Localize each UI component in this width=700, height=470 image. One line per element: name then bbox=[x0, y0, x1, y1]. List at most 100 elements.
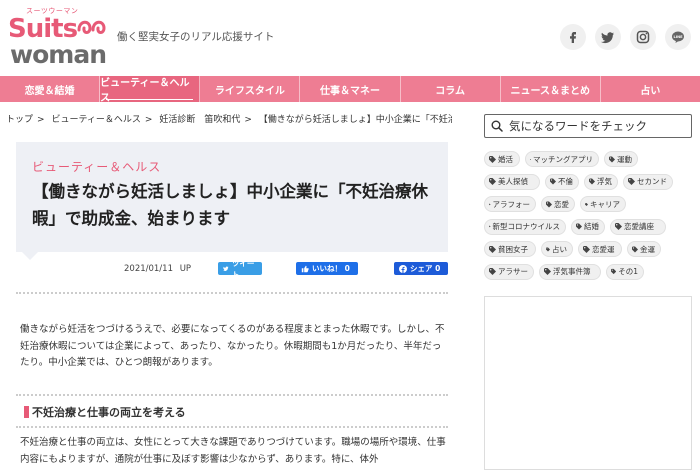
header-notch bbox=[22, 252, 38, 260]
breadcrumb-separator: > bbox=[144, 115, 153, 125]
tag-icon bbox=[546, 201, 552, 207]
logo-swirl-icon bbox=[77, 20, 106, 34]
article-category[interactable]: ビューティー＆ヘルス bbox=[32, 158, 161, 175]
tag-icon bbox=[546, 247, 550, 251]
breadcrumb-series[interactable]: 妊活診断 笛吹和代 bbox=[159, 115, 240, 125]
nav-item-news[interactable]: ニュース＆まとめ bbox=[501, 76, 601, 102]
tag-label: 恋愛 bbox=[554, 199, 569, 209]
article-header: ビューティー＆ヘルス 【働きながら妊活しましょ】中小企業に「不妊治療休暇」で助成… bbox=[16, 142, 448, 252]
tag-label: 美人探偵 bbox=[498, 177, 528, 186]
tag-label: 婚活 bbox=[498, 154, 513, 164]
tag-label: 運動 bbox=[617, 154, 632, 164]
thumbs-up-icon bbox=[301, 265, 309, 272]
nav-item-fortune[interactable]: 占い bbox=[601, 76, 700, 102]
nav-item-beauty-health[interactable]: ビューティー＆ヘルス bbox=[100, 76, 201, 104]
like-button[interactable]: いいね！ 0 bbox=[296, 262, 358, 275]
tag-label: セカンド bbox=[637, 177, 667, 186]
tag-label: 恋愛講座 bbox=[624, 222, 654, 231]
like-label: いいね！ 0 bbox=[312, 264, 350, 273]
tag-item[interactable]: キャリア bbox=[580, 196, 626, 212]
breadcrumb-separator: > bbox=[37, 115, 45, 125]
breadcrumb-separator: > bbox=[244, 115, 252, 125]
tag-icon bbox=[489, 225, 491, 228]
tag-icon bbox=[609, 156, 615, 162]
tag-label: アラフォー bbox=[492, 199, 531, 209]
tag-label: 金運 bbox=[640, 244, 655, 254]
tag-label: その1 bbox=[618, 267, 638, 276]
tag-item[interactable]: セカンド bbox=[623, 173, 673, 190]
heading-marker bbox=[24, 406, 29, 418]
section-heading: 不妊治療と仕事の両立を考える bbox=[24, 404, 186, 420]
tag-item[interactable]: 結婚 bbox=[571, 218, 605, 235]
tag-item[interactable]: 美人探偵 bbox=[484, 173, 540, 190]
tag-item[interactable]: 恋愛講座 bbox=[610, 218, 666, 235]
tag-label: 占い bbox=[552, 244, 567, 254]
search-icon[interactable] bbox=[491, 120, 503, 132]
tag-icon bbox=[585, 202, 588, 206]
section-text: 不妊治療と仕事の両立は、女性にとって大きな課題でありつづけています。職場の場所や… bbox=[20, 437, 446, 465]
tag-item[interactable]: 新型コロナウイルス bbox=[484, 218, 566, 235]
tag-item[interactable]: 婚活 bbox=[484, 151, 520, 167]
svg-text:LINE: LINE bbox=[673, 35, 683, 39]
tag-item[interactable]: 貧困女子 bbox=[484, 241, 536, 257]
tag-item[interactable]: 恋愛 bbox=[541, 196, 575, 212]
date-suffix: UP bbox=[179, 264, 192, 274]
tag-item[interactable]: その1 bbox=[606, 263, 644, 280]
facebook-share-button[interactable]: シェア 0 bbox=[394, 262, 448, 275]
article-intro: 働きながら妊活をつづけるうえで、必要になってくるのがある程度まとまった休暇です。… bbox=[20, 324, 445, 369]
tag-item[interactable]: 不倫 bbox=[545, 173, 579, 190]
main-nav: 恋愛＆結婚 ビューティー＆ヘルス ライフスタイル 仕事＆マネー コラム ニュース… bbox=[0, 76, 700, 104]
site-tagline: 働く堅実女子のリアル応援サイト bbox=[117, 31, 275, 43]
divider bbox=[16, 426, 448, 428]
breadcrumb-home[interactable]: トップ bbox=[6, 115, 33, 125]
tag-label: 浮気 bbox=[597, 177, 612, 186]
date-value: 2021/01/11 bbox=[124, 264, 173, 274]
ad-placeholder bbox=[484, 296, 692, 470]
tag-label: 不倫 bbox=[558, 177, 573, 186]
tag-item[interactable]: 恋愛運 bbox=[578, 241, 622, 257]
tag-label: 新型コロナウイルス bbox=[492, 222, 561, 231]
tag-item[interactable]: 浮気 bbox=[584, 173, 618, 190]
keyword-search[interactable] bbox=[484, 114, 692, 138]
nav-item-column[interactable]: コラム bbox=[401, 76, 501, 102]
fb-share-label: シェア 0 bbox=[410, 264, 441, 273]
tag-label: 結婚 bbox=[584, 222, 599, 231]
tag-item[interactable]: マッチングアプリ bbox=[525, 151, 599, 167]
facebook-icon bbox=[399, 264, 407, 273]
article-date: 2021/01/11 UP bbox=[124, 264, 191, 274]
tag-item[interactable]: 運動 bbox=[604, 151, 638, 167]
divider bbox=[16, 394, 448, 396]
nav-item-lifestyle[interactable]: ライフスタイル bbox=[200, 76, 301, 102]
divider bbox=[16, 292, 448, 294]
tag-item[interactable]: 金運 bbox=[627, 241, 661, 257]
tag-item[interactable]: アラフォー bbox=[484, 196, 536, 212]
tag-icon bbox=[489, 155, 496, 163]
tag-icon bbox=[628, 178, 635, 185]
tag-icon bbox=[530, 158, 531, 160]
line-icon[interactable]: LINE bbox=[665, 24, 691, 50]
facebook-icon[interactable] bbox=[560, 24, 586, 50]
breadcrumb-current: 【働きながら妊活しましょ】中小企業に「不妊治療休暇... bbox=[258, 115, 452, 125]
nav-item-love-marriage[interactable]: 恋愛＆結婚 bbox=[0, 76, 101, 102]
tag-label: 貧困女子 bbox=[498, 244, 528, 254]
tag-icon bbox=[489, 178, 496, 185]
tag-icon bbox=[611, 268, 617, 275]
search-input[interactable] bbox=[509, 119, 679, 133]
tag-icon bbox=[576, 223, 582, 230]
tag-icon bbox=[589, 178, 595, 185]
tag-icon bbox=[632, 246, 638, 252]
tag-item[interactable]: 占い bbox=[541, 241, 573, 257]
nav-item-work-money[interactable]: 仕事＆マネー bbox=[300, 76, 401, 102]
twitter-icon[interactable] bbox=[595, 24, 621, 50]
breadcrumb-category[interactable]: ビューティー＆ヘルス bbox=[51, 115, 140, 125]
instagram-icon[interactable] bbox=[630, 24, 656, 50]
tag-label: アラサー bbox=[498, 267, 528, 276]
site-header: スーツウーマン Suits woman 働く堅実女子のリアル応援サイト LINE bbox=[0, 0, 700, 76]
tag-icon bbox=[489, 245, 496, 253]
tweet-button[interactable]: ツイート bbox=[218, 259, 262, 279]
tag-item[interactable]: アラサー bbox=[484, 263, 534, 280]
tag-item[interactable]: 浮気事件簿 bbox=[539, 263, 601, 280]
site-logo[interactable]: スーツウーマン Suits woman bbox=[8, 6, 107, 69]
tag-label: マッチングアプリ bbox=[533, 154, 593, 164]
breadcrumb: トップ > ビューティー＆ヘルス > 妊活診断 笛吹和代 > 【働きながら妊活しましょ… bbox=[6, 112, 452, 125]
